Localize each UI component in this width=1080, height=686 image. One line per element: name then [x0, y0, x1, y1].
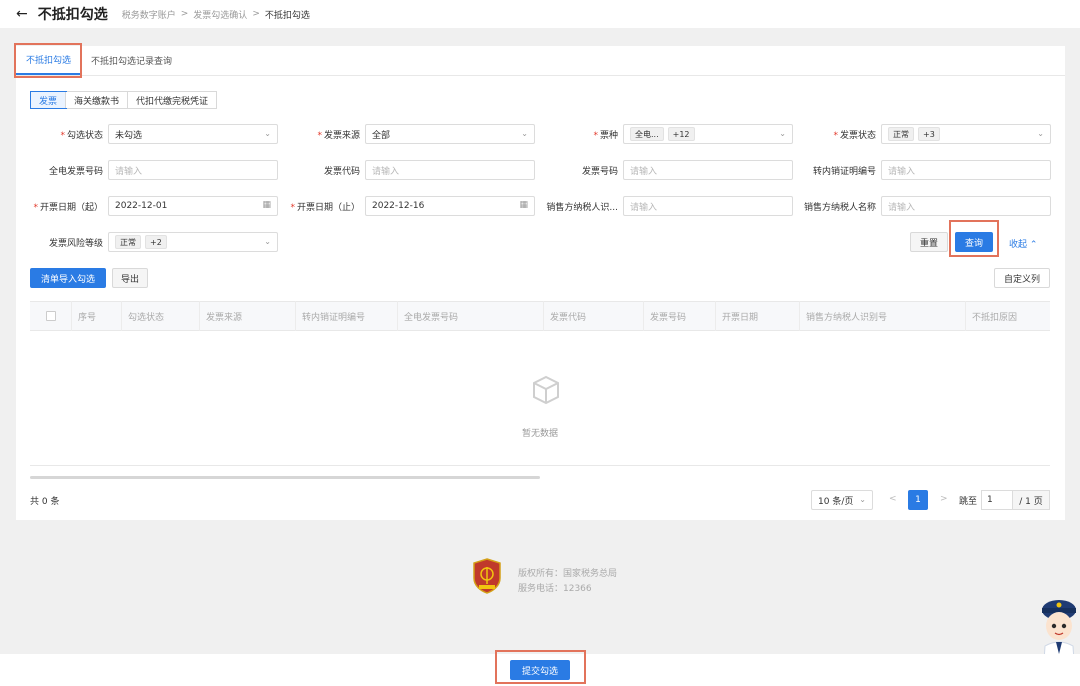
empty-text: 暂无数据 [521, 429, 558, 439]
chevron-down-icon: ⌄ [521, 129, 528, 138]
breadcrumb-item[interactable]: 税务数字账户 [122, 8, 176, 21]
seller-tax-id-input[interactable]: 请输入 [623, 196, 793, 216]
field-transfer-cert-no: 转内销证明编号 请输入 [794, 160, 1051, 180]
field-risk-level: 发票风险等级 正常 +2 ⌄ [16, 232, 278, 252]
tab-check-record-query[interactable]: 不抵扣勾选记录查询 [81, 45, 182, 75]
segment-customs-payment[interactable]: 海关缴款书 [66, 92, 129, 108]
calendar-icon: ▦ [519, 200, 528, 210]
risk-level-select[interactable]: 正常 +2 ⌄ [108, 232, 278, 252]
import-check-button[interactable]: 清单导入勾选 [30, 268, 106, 288]
field-check-status: * 勾选状态 未勾选 ⌄ [16, 124, 278, 144]
reset-button[interactable]: 重置 [910, 232, 948, 252]
breadcrumb-item[interactable]: 发票勾选确认 [193, 8, 247, 21]
total-count: 共 0 条 [30, 497, 60, 507]
prev-page-icon[interactable]: < [889, 494, 897, 504]
column-header: 销售方纳税人识别号 [800, 301, 966, 331]
column-header: 发票代码 [544, 301, 644, 331]
back-arrow-icon[interactable]: ← [16, 7, 28, 21]
breadcrumb-current: 不抵扣勾选 [264, 10, 310, 21]
field-seller-name: 销售方纳税人名称 请输入 [794, 196, 1051, 216]
check-status-select[interactable]: 未勾选 ⌄ [108, 124, 278, 144]
field-full-invoice-no: 全电发票号码 请输入 [16, 160, 278, 180]
ticket-type-select[interactable]: 全电... +12 ⌄ [623, 124, 793, 144]
total-pages: / 1 页 [1013, 490, 1050, 510]
column-header: 全电发票号码 [398, 301, 544, 331]
empty-box-icon [533, 375, 559, 405]
chevron-down-icon: ⌄ [779, 129, 786, 138]
field-invoice-status: * 发票状态 正常 +3 ⌄ [794, 124, 1051, 144]
query-button[interactable]: 查询 [955, 232, 993, 252]
document-type-segment: 发票 海关缴款书 代扣代缴完税凭证 [29, 91, 218, 109]
column-header: 开票日期 [716, 301, 800, 331]
column-header: 转内销证明编号 [296, 301, 398, 331]
segment-invoice[interactable]: 发票 [29, 91, 68, 109]
field-invoice-code: 发票代码 请输入 [278, 160, 535, 180]
invoice-table: 序号 勾选状态 发票来源 转内销证明编号 全电发票号码 发票代码 发票号码 开票… [30, 301, 1050, 331]
chevron-up-icon: ⌃ [1029, 240, 1038, 250]
invoice-status-select[interactable]: 正常 +3 ⌄ [881, 124, 1051, 144]
invoice-source-select[interactable]: 全部 ⌄ [365, 124, 535, 144]
chevron-down-icon: ⌄ [1037, 129, 1044, 138]
breadcrumb-separator-icon: > [252, 9, 260, 19]
date-start-picker[interactable]: 2022-12-01 ▦ [108, 196, 278, 216]
tab-bar: 不抵扣勾选 不抵扣勾选记录查询 [16, 46, 1065, 76]
collapse-link[interactable]: 收起 ⌃ [1009, 237, 1037, 250]
column-header: 序号 [72, 301, 122, 331]
jump-page-input[interactable]: 1 [981, 490, 1013, 510]
date-end-picker[interactable]: 2022-12-16 ▦ [365, 196, 535, 216]
invoice-no-input[interactable]: 请输入 [623, 160, 793, 180]
export-button[interactable]: 导出 [112, 268, 148, 288]
field-seller-tax-id: 销售方纳税人识... 请输入 [536, 196, 793, 216]
column-header: 勾选状态 [122, 301, 200, 331]
chevron-down-icon: ⌄ [264, 237, 271, 246]
field-ticket-type: * 票种 全电... +12 ⌄ [536, 124, 793, 144]
column-header: 不抵扣原因 [972, 312, 1018, 323]
transfer-cert-no-input[interactable]: 请输入 [881, 160, 1051, 180]
segment-withholding-cert[interactable]: 代扣代缴完税凭证 [128, 92, 217, 108]
chevron-down-icon: ⌄ [859, 495, 866, 504]
column-header: 发票来源 [200, 301, 296, 331]
tax-bureau-emblem-icon [473, 558, 501, 594]
field-date-end: * 开票日期（止） 2022-12-16 ▦ [278, 196, 535, 216]
tab-no-deduct-check[interactable]: 不抵扣勾选 [16, 45, 82, 75]
page-number-button[interactable]: 1 [908, 490, 928, 510]
horizontal-scrollbar[interactable] [30, 476, 540, 479]
copyright-text: 版权所有：国家税务总局 [518, 569, 618, 579]
field-invoice-no: 发票号码 请输入 [536, 160, 793, 180]
page-title: 不抵扣勾选 [37, 7, 108, 23]
field-invoice-source: * 发票来源 全部 ⌄ [278, 124, 535, 144]
breadcrumb-separator-icon: > [180, 9, 189, 19]
seller-name-input[interactable]: 请输入 [881, 196, 1051, 216]
column-header: 发票号码 [644, 301, 716, 331]
next-page-icon[interactable]: > [940, 494, 948, 504]
submit-check-button[interactable]: 提交勾选 [510, 660, 570, 680]
service-phone-text: 服务电话：12366 [518, 584, 592, 594]
field-date-start: * 开票日期（起） 2022-12-01 ▦ [16, 196, 278, 216]
select-all-checkbox[interactable] [45, 311, 56, 321]
custom-columns-button[interactable]: 自定义列 [994, 268, 1050, 288]
full-invoice-no-input[interactable]: 请输入 [108, 160, 278, 180]
top-bar: ← 不抵扣勾选 税务数字账户 > 发票勾选确认 > 不抵扣勾选 [0, 0, 1080, 28]
page-size-select[interactable]: 10 条/页 ⌄ [811, 490, 873, 510]
main-card: 不抵扣勾选 不抵扣勾选记录查询 发票 海关缴款书 代扣代缴完税凭证 * 勾选状态 … [14, 43, 1065, 520]
chevron-down-icon: ⌄ [264, 129, 271, 138]
calendar-icon: ▦ [262, 200, 271, 210]
empty-state: 暂无数据 [30, 332, 1050, 466]
table-header: 序号 勾选状态 发票来源 转内销证明编号 全电发票号码 发票代码 发票号码 开票… [30, 301, 1050, 331]
jump-label: 跳至 [959, 497, 978, 507]
invoice-code-input[interactable]: 请输入 [365, 160, 535, 180]
